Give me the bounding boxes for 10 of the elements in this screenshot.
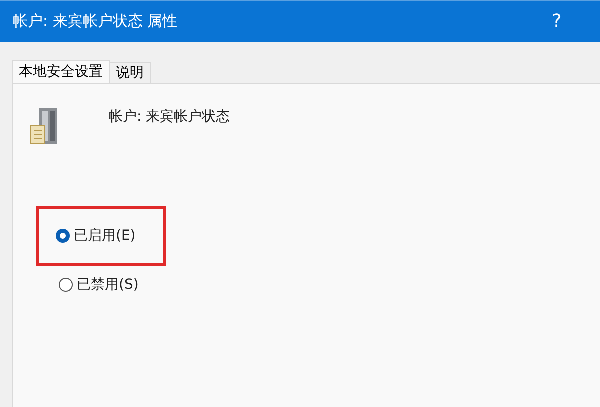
help-button[interactable]: ? (532, 6, 582, 36)
tab[interactable]: 本地安全设置 (12, 60, 110, 84)
radio-option[interactable]: 已禁用(S) (59, 274, 139, 296)
radio-option[interactable]: 已启用(E) (56, 226, 136, 246)
window-title: 帐户: 来宾帐户状态 属性 (13, 11, 178, 32)
radio-button[interactable] (56, 229, 70, 243)
policy-name: 帐户: 来宾帐户状态 (109, 108, 230, 127)
radio-button[interactable] (59, 278, 73, 292)
server-icon (29, 106, 59, 146)
tab[interactable]: 说明 (110, 62, 151, 83)
